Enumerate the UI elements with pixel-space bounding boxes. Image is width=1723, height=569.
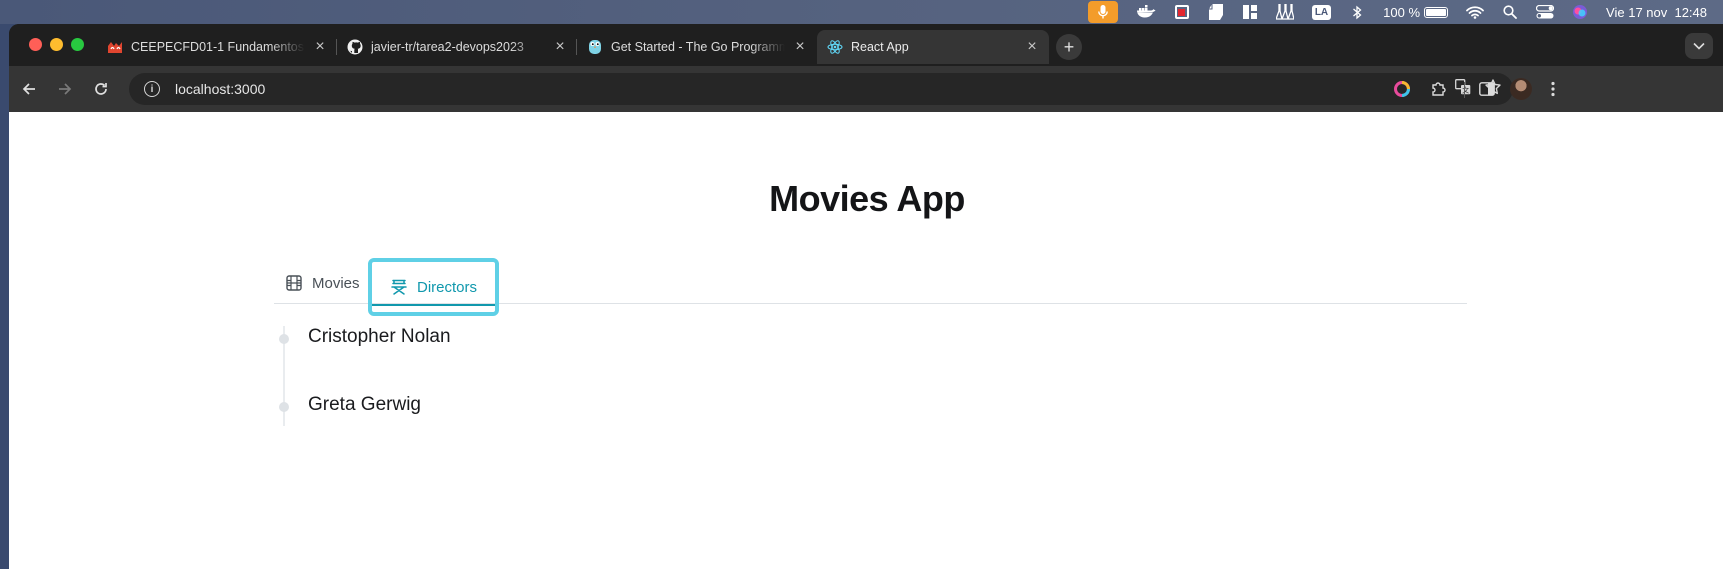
react-icon [827, 39, 843, 55]
battery-status[interactable]: 100 % [1383, 2, 1449, 22]
tab-close-icon[interactable]: × [791, 38, 809, 56]
director-name: Cristopher Nolan [308, 326, 451, 347]
go-gopher-icon [587, 39, 603, 55]
battery-icon [1424, 6, 1449, 18]
directors-timeline: Cristopher Nolan Greta Gerwig [274, 326, 874, 426]
wifi-icon[interactable] [1466, 2, 1484, 22]
director-chair-icon [391, 279, 407, 295]
tab-label: Directors [417, 278, 478, 296]
tab-title: javier-tr/tarea2-devops2023 [371, 40, 524, 54]
docker-icon[interactable] [1136, 2, 1156, 22]
address-url[interactable]: localhost:3000 [175, 81, 265, 97]
timeline-bullet [279, 334, 289, 344]
site-info-icon[interactable]: i [144, 81, 160, 97]
page-viewport: Movies App Movies Directors Cristopher N… [9, 112, 1723, 569]
github-icon [347, 39, 363, 55]
window-close-button[interactable] [29, 38, 42, 51]
browser-menu-icon[interactable] [1541, 77, 1565, 101]
screen-record-icon[interactable] [1174, 2, 1190, 22]
extensions-puzzle-icon[interactable] [1426, 77, 1450, 101]
browser-tab[interactable]: Get Started - The Go Programming × [577, 30, 817, 64]
color-extension-icon[interactable] [1390, 77, 1414, 101]
tab-directors[interactable]: Directors [368, 258, 500, 316]
browser-tab[interactable]: CEEPECFD01-1 Fundamentos × [97, 30, 337, 64]
battery-percent: 100 % [1383, 4, 1421, 20]
siri-icon[interactable] [1572, 2, 1588, 22]
tab-movies[interactable]: Movies [286, 262, 360, 304]
page-title: Movies App [769, 178, 965, 219]
bluetooth-icon[interactable] [1349, 2, 1365, 22]
moodle-icon [107, 39, 123, 55]
forward-button[interactable] [53, 77, 77, 101]
film-icon [286, 275, 302, 291]
chevron-down-icon [1693, 42, 1705, 50]
lab-icon[interactable] [1275, 2, 1294, 22]
side-panel-icon[interactable] [1475, 77, 1499, 101]
browser-window: CEEPECFD01-1 Fundamentos × javier-tr/tar… [9, 24, 1723, 569]
app-tabs: Movies Directors [274, 258, 1467, 316]
translate-icon[interactable]: 文 [1455, 79, 1471, 99]
profile-avatar[interactable] [1510, 78, 1532, 100]
browser-tab-active[interactable]: React App × [817, 30, 1049, 64]
plus-icon: + [1063, 36, 1075, 57]
new-tab-button[interactable]: + [1056, 34, 1082, 60]
window-minimize-button[interactable] [50, 38, 63, 51]
browser-toolbar: i localhost:3000 文 [9, 66, 1723, 112]
reload-icon [95, 83, 107, 95]
browser-tab[interactable]: javier-tr/tarea2-devops2023 × [337, 30, 577, 64]
timeline-bullet [279, 402, 289, 412]
window-zoom-button[interactable] [71, 38, 84, 51]
keyboard-layout-icon[interactable]: LA [1311, 4, 1332, 20]
tab-close-icon[interactable]: × [1023, 38, 1041, 56]
tab-close-icon[interactable]: × [551, 38, 569, 56]
tab-search-button[interactable] [1685, 33, 1713, 59]
arrow-right-icon [59, 83, 72, 95]
menubar-date-time[interactable]: Vie 17 nov 12:48 [1606, 2, 1707, 22]
microphone-icon[interactable] [1087, 1, 1118, 23]
tab-close-icon[interactable]: × [311, 38, 329, 56]
app-icon[interactable] [1208, 2, 1224, 22]
macos-menu-bar: LA 100 % Vie 17 nov 12:48 [0, 0, 1723, 24]
director-name: Greta Gerwig [308, 394, 421, 415]
layout-icon[interactable] [1242, 2, 1258, 22]
toolbar-divider [1464, 82, 1465, 98]
reload-button[interactable] [89, 77, 113, 101]
back-button[interactable] [17, 77, 41, 101]
arrow-left-icon [22, 83, 35, 95]
tab-strip: CEEPECFD01-1 Fundamentos × javier-tr/tar… [9, 24, 1723, 66]
spotlight-icon[interactable] [1502, 2, 1518, 22]
tab-title: CEEPECFD01-1 Fundamentos [131, 40, 304, 54]
address-bar[interactable]: i localhost:3000 文 [129, 73, 1513, 105]
control-center-icon[interactable] [1536, 2, 1555, 22]
tab-title: React App [851, 40, 909, 54]
tab-label: Movies [312, 274, 360, 292]
tab-title: Get Started - The Go Programming [611, 40, 785, 54]
